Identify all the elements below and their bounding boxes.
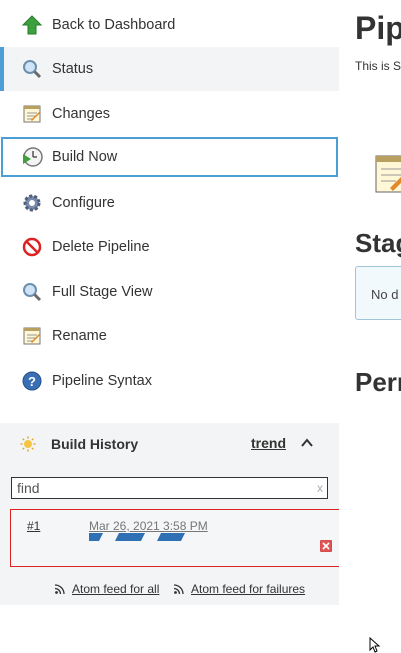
search-placeholder: find [17, 480, 40, 496]
gear-icon [21, 192, 43, 214]
clock-play-icon [21, 146, 43, 168]
build-history-header: Build History trend [0, 423, 339, 465]
sun-icon [20, 436, 36, 452]
feed-failures: Atom feed for failures [174, 582, 305, 596]
task-full-stage-view[interactable]: Full Stage View [0, 270, 339, 314]
notepad-icon [375, 155, 401, 193]
page-title: Pip [355, 10, 401, 46]
rss-icon [174, 584, 184, 594]
magnifier-icon [21, 281, 43, 303]
task-label: Pipeline Syntax [52, 373, 152, 389]
help-icon: ? [21, 370, 43, 392]
build-history-title: Build History [51, 436, 139, 452]
build-row: #1 Mar 26, 2021 3:58 PM [10, 509, 341, 567]
task-label: Delete Pipeline [52, 239, 150, 255]
page-description: This is S [355, 59, 401, 73]
stage-view-title: Stag [355, 228, 401, 258]
chevron-up-icon[interactable] [300, 436, 314, 450]
no-entry-icon [21, 236, 43, 258]
up-arrow-icon [21, 14, 43, 36]
task-configure[interactable]: Configure [0, 181, 339, 225]
notepad-icon [21, 325, 43, 347]
svg-text:?: ? [28, 374, 36, 389]
build-search-input[interactable]: find x [11, 477, 328, 499]
task-build-now[interactable]: Build Now [1, 137, 338, 177]
magnifier-icon [21, 58, 43, 80]
trend-link[interactable]: trend [251, 435, 286, 451]
task-status[interactable]: Status [0, 47, 339, 91]
task-label: Changes [52, 106, 111, 122]
stage-view-box: No d [355, 266, 401, 320]
permalinks-title: Perr [355, 367, 401, 397]
stage-view-message: No d [371, 287, 399, 302]
build-progress-bar [89, 533, 185, 541]
rss-icon [55, 584, 65, 594]
task-label: Configure [52, 195, 115, 211]
atom-feed-all-link[interactable]: Atom feed for all [72, 582, 159, 596]
task-label: Full Stage View [52, 284, 153, 300]
task-label: Rename [52, 328, 107, 344]
task-back-to-dashboard[interactable]: Back to Dashboard [0, 3, 339, 47]
task-delete-pipeline[interactable]: Delete Pipeline [0, 225, 339, 269]
notepad-icon [21, 103, 43, 125]
sidebar: Back to Dashboard Status Changes Build N… [0, 0, 341, 651]
task-changes[interactable]: Changes [0, 92, 339, 136]
main-panel: Pip This is S Stag No d Perr [339, 0, 401, 651]
task-label: Build Now [52, 149, 118, 165]
atom-feed-failures-link[interactable]: Atom feed for failures [191, 582, 305, 596]
task-label: Back to Dashboard [52, 17, 176, 33]
feed-all: Atom feed for all [55, 582, 159, 596]
build-date-link[interactable]: Mar 26, 2021 3:58 PM [89, 519, 208, 533]
task-rename[interactable]: Rename [0, 314, 339, 358]
clear-search-icon[interactable]: x [317, 478, 323, 498]
cancel-build-icon[interactable] [320, 540, 332, 552]
build-number-link[interactable]: #1 [27, 519, 40, 533]
task-pipeline-syntax[interactable]: ? Pipeline Syntax [0, 359, 339, 403]
task-label: Status [52, 61, 94, 77]
